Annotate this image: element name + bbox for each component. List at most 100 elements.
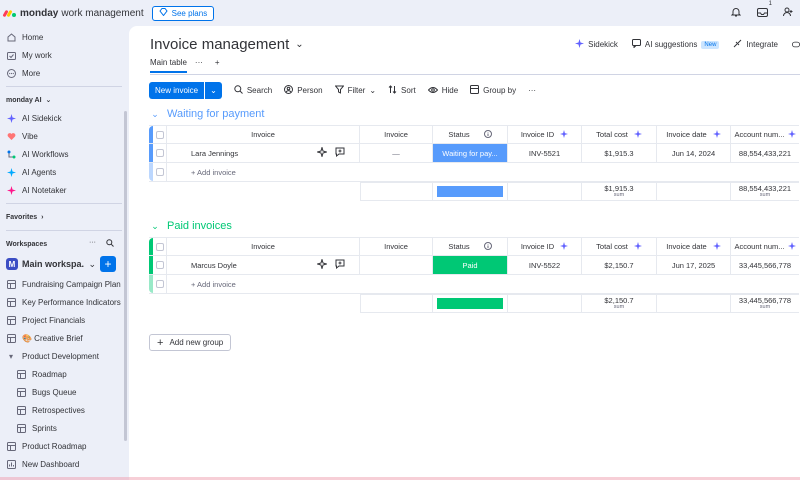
add-row-checkbox[interactable] (153, 275, 167, 293)
more-options-icon[interactable]: ··· (89, 239, 96, 249)
row-checkbox[interactable] (153, 144, 167, 162)
ai-suggestions-button[interactable]: AI suggestions New (631, 39, 720, 50)
column-header-status[interactable]: Status (433, 126, 508, 143)
toolbar-more-icon[interactable]: ··· (528, 86, 536, 95)
total-cost-cell[interactable]: $1,915.3 (582, 144, 657, 162)
summary-total-cost[interactable]: $1,915.3 sum (582, 182, 657, 201)
ai-autofill-icon[interactable] (315, 257, 329, 271)
sidebar-board-item[interactable]: New Dashboard (0, 455, 128, 473)
column-header-status[interactable]: Status (433, 238, 508, 255)
sidebar-board-item[interactable]: Bugs Queue (0, 383, 128, 401)
ai-column-icon[interactable] (633, 241, 642, 252)
total-cost-cell[interactable]: $2,150.7 (582, 256, 657, 274)
add-view-button[interactable]: + (215, 58, 220, 73)
sidebar-board-item[interactable]: Sprints (0, 419, 128, 437)
favorites-section[interactable]: Favorites › (0, 208, 128, 226)
group-title[interactable]: Waiting for payment (167, 108, 264, 120)
ai-column-icon[interactable] (712, 241, 721, 252)
chevron-down-icon[interactable]: ⌄ (204, 82, 222, 99)
column-header-invoice-id[interactable]: Invoice ID (508, 238, 582, 255)
summary-status[interactable] (433, 294, 508, 313)
sidebar-board-item[interactable]: Retrospectives (0, 401, 128, 419)
sidebar-item-my-work[interactable]: My work (0, 46, 128, 64)
ai-column-icon[interactable] (787, 241, 796, 252)
sidebar-item-ai-agents[interactable]: AI Agents (0, 163, 128, 181)
item-name[interactable]: Lara Jennings (167, 149, 317, 158)
automate-icon[interactable] (792, 40, 800, 49)
sidebar-board-item[interactable]: Fundraising Campaign Plan (0, 275, 128, 293)
table-row[interactable]: Lara Jennings — Waiting for pay... INV-5… (149, 144, 799, 163)
column-header-total-cost[interactable]: Total cost (582, 126, 657, 143)
chevron-down-icon[interactable]: ⌄ (149, 221, 161, 232)
workspace-selector[interactable]: M Main workspa... ⌄ + (6, 253, 122, 275)
group-header[interactable]: ⌄ Waiting for payment (149, 105, 799, 123)
sidebar-board-item[interactable]: Roadmap (0, 365, 128, 383)
group-title[interactable]: Paid invoices (167, 220, 232, 232)
column-header-invoice-date[interactable]: Invoice date (657, 126, 731, 143)
integrate-button[interactable]: Integrate (733, 39, 778, 50)
summary-status[interactable] (433, 182, 508, 201)
invoice-id-cell[interactable]: INV-5522 (508, 256, 582, 274)
row-checkbox[interactable] (153, 256, 167, 274)
search-button[interactable]: Search (234, 85, 272, 96)
chevron-down-icon[interactable]: ⌄ (149, 109, 161, 120)
item-name[interactable]: Marcus Doyle (167, 261, 317, 270)
invoice-file-cell[interactable]: — (360, 144, 433, 162)
add-update-icon[interactable] (335, 259, 345, 271)
invoice-file-cell[interactable] (360, 256, 433, 274)
sidekick-button[interactable]: Sidekick (575, 39, 618, 50)
sidebar-board-item[interactable]: Key Performance Indicators (0, 293, 128, 311)
account-number-cell[interactable]: 33,445,566,778 (731, 256, 799, 274)
sidebar-item-home[interactable]: Home (0, 28, 128, 46)
filter-button[interactable]: Filter ⌄ (333, 85, 376, 96)
add-item-row[interactable]: + Add invoice (149, 275, 799, 294)
ai-column-icon[interactable] (560, 241, 569, 252)
search-icon[interactable] (106, 239, 114, 249)
column-header-name[interactable]: Invoice (167, 238, 360, 255)
column-header-account-number[interactable]: Account num... (731, 238, 799, 255)
sidebar-board-item[interactable]: 🎨 Creative Brief (0, 329, 128, 347)
add-row-checkbox[interactable] (153, 163, 167, 181)
group-header[interactable]: ⌄ Paid invoices (149, 217, 799, 235)
ai-autofill-icon[interactable] (315, 145, 329, 159)
sidebar-item-vibe[interactable]: Vibe (0, 127, 128, 145)
ai-column-icon[interactable] (560, 129, 569, 140)
tab-options-icon[interactable]: ··· (195, 58, 203, 73)
info-icon[interactable] (483, 129, 492, 140)
summary-account-number[interactable]: 88,554,433,221 sum (731, 182, 799, 201)
sidebar-item-more[interactable]: More (0, 64, 128, 82)
board-title[interactable]: Invoice management (150, 36, 289, 53)
column-header-invoice[interactable]: Invoice (360, 238, 433, 255)
add-item-input[interactable]: + Add invoice (167, 168, 236, 177)
person-filter-button[interactable]: Person (284, 85, 323, 96)
column-header-total-cost[interactable]: Total cost (582, 238, 657, 255)
tab-main-table[interactable]: Main table (150, 58, 187, 73)
item-name-cell[interactable]: Lara Jennings (167, 144, 360, 162)
account-number-cell[interactable]: 88,554,433,221 (731, 144, 799, 162)
column-header-account-number[interactable]: Account num... (731, 126, 799, 143)
sidebar-scrollbar[interactable] (124, 111, 127, 441)
invoice-date-cell[interactable]: Jun 14, 2024 (657, 144, 731, 162)
monday-logo[interactable]: monday work management (2, 7, 144, 19)
table-row[interactable]: Marcus Doyle Paid INV-5522 $2,150.7 Jun … (149, 256, 799, 275)
status-distribution-bar[interactable] (437, 298, 503, 309)
select-all-checkbox[interactable] (153, 238, 167, 255)
monday-ai-section[interactable]: monday AI ⌄ (0, 91, 128, 109)
status-label[interactable]: Paid (433, 256, 507, 274)
summary-total-cost[interactable]: $2,150.7 sum (582, 294, 657, 313)
invoice-id-cell[interactable]: INV-5521 (508, 144, 582, 162)
ai-column-icon[interactable] (712, 129, 721, 140)
column-header-invoice-date[interactable]: Invoice date (657, 238, 731, 255)
sidebar-board-item[interactable]: Project Financials (0, 311, 128, 329)
add-item-input[interactable]: + Add invoice (167, 280, 236, 289)
sidebar-board-item[interactable]: Product Roadmap (0, 437, 128, 455)
add-workspace-item-button[interactable]: + (100, 256, 116, 272)
add-update-icon[interactable] (335, 147, 345, 159)
sort-button[interactable]: Sort (388, 85, 416, 96)
status-cell[interactable]: Paid (433, 256, 508, 274)
info-icon[interactable] (483, 241, 492, 252)
item-name-cell[interactable]: Marcus Doyle (167, 256, 360, 274)
status-label[interactable]: Waiting for pay... (433, 144, 507, 162)
see-plans-button[interactable]: See plans (151, 5, 215, 21)
inbox-icon[interactable]: 1 (756, 1, 772, 18)
